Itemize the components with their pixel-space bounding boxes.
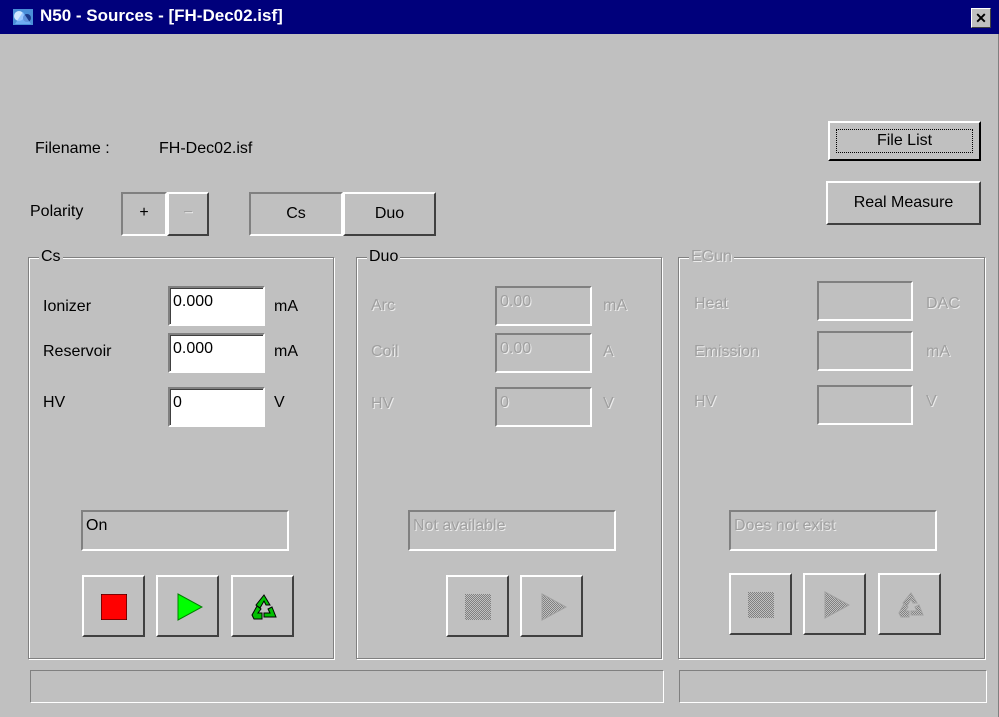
duo-status-field: Not available <box>408 510 616 551</box>
polarity-minus-label: − <box>183 204 193 221</box>
egun-hv-input[interactable] <box>817 385 913 425</box>
duo-coil-value: 0.00 <box>500 340 532 357</box>
stop-icon <box>748 592 774 618</box>
cs-recycle-button[interactable] <box>231 575 294 637</box>
source-duo-label: Duo <box>374 205 405 222</box>
polarity-minus-button[interactable]: − <box>167 192 209 236</box>
window-title: N50 - Sources - [FH-Dec02.isf] <box>40 6 283 25</box>
cs-hv-input[interactable]: 0 <box>168 387 265 427</box>
status-bar-right <box>679 670 987 703</box>
egun-group-title: EGun <box>689 248 734 266</box>
stop-icon <box>465 594 491 620</box>
duo-coil-unit: A <box>603 343 614 360</box>
real-measure-button[interactable]: Real Measure <box>826 181 981 225</box>
close-button[interactable]: ✕ <box>971 8 991 28</box>
play-icon <box>177 593 203 621</box>
play-icon <box>541 593 567 621</box>
close-icon: ✕ <box>975 10 987 26</box>
status-bar-left <box>30 670 664 703</box>
egun-stop-button[interactable] <box>729 573 792 635</box>
cs-ionizer-input[interactable]: 0.000 <box>168 286 265 326</box>
cs-group-title: Cs <box>39 248 63 266</box>
source-cs-label: Cs <box>286 205 306 222</box>
recycle-icon <box>251 594 277 620</box>
cs-ionizer-label: Ionizer <box>43 298 92 315</box>
title-bar[interactable]: N50 - Sources - [FH-Dec02.isf] ✕ <box>0 0 999 34</box>
egun-status-field: Does not exist <box>729 510 937 551</box>
cs-reservoir-input[interactable]: 0.000 <box>168 333 265 373</box>
filename-value: FH-Dec02.isf <box>159 140 253 157</box>
cs-ionizer-unit: mA <box>274 298 298 315</box>
file-list-button[interactable]: File List <box>828 121 981 161</box>
egun-heat-label: Heat <box>694 295 728 312</box>
recycle-icon <box>898 592 924 618</box>
egun-start-button[interactable] <box>803 573 866 635</box>
duo-arc-value: 0.00 <box>500 293 532 310</box>
cs-hv-value: 0 <box>173 394 182 411</box>
cs-start-button[interactable] <box>156 575 219 637</box>
cs-status-field: On <box>81 510 289 551</box>
source-duo-button[interactable]: Duo <box>343 192 436 236</box>
cs-hv-label: HV <box>43 394 66 411</box>
polarity-label: Polarity <box>30 203 84 220</box>
app-icon <box>12 6 34 28</box>
real-measure-label: Real Measure <box>853 194 954 211</box>
duo-hv-unit: V <box>603 395 614 412</box>
duo-arc-input[interactable]: 0.00 <box>495 286 592 326</box>
duo-status-text: Not available <box>413 517 506 534</box>
duo-arc-unit: mA <box>603 297 627 314</box>
egun-heat-unit: DAC <box>926 295 960 312</box>
duo-group-title: Duo <box>367 248 401 266</box>
cs-status-text: On <box>86 517 108 534</box>
egun-recycle-button[interactable] <box>878 573 941 635</box>
duo-hv-value: 0 <box>500 394 509 411</box>
polarity-plus-button[interactable]: + <box>121 192 167 236</box>
duo-arc-label: Arc <box>371 297 395 314</box>
cs-stop-button[interactable] <box>82 575 145 637</box>
egun-emission-unit: mA <box>926 343 950 360</box>
egun-emission-label: Emission <box>694 343 759 360</box>
egun-heat-input[interactable] <box>817 281 913 321</box>
duo-coil-input[interactable]: 0.00 <box>495 333 592 373</box>
duo-start-button[interactable] <box>520 575 583 637</box>
play-icon <box>824 591 850 619</box>
duo-coil-label: Coil <box>371 343 399 360</box>
stop-icon <box>101 594 127 620</box>
egun-status-text: Does not exist <box>734 517 836 534</box>
polarity-plus-label: + <box>139 204 149 221</box>
egun-emission-input[interactable] <box>817 331 913 371</box>
cs-reservoir-value: 0.000 <box>173 340 214 357</box>
file-list-label: File List <box>876 132 933 149</box>
duo-hv-input[interactable]: 0 <box>495 387 592 427</box>
egun-hv-unit: V <box>926 393 937 410</box>
source-cs-button[interactable]: Cs <box>249 192 343 236</box>
duo-hv-label: HV <box>371 395 394 412</box>
filename-label: Filename : <box>35 140 110 157</box>
cs-reservoir-label: Reservoir <box>43 343 112 360</box>
egun-hv-label: HV <box>694 393 717 410</box>
cs-ionizer-value: 0.000 <box>173 293 214 310</box>
cs-hv-unit: V <box>274 394 285 411</box>
duo-stop-button[interactable] <box>446 575 509 637</box>
cs-reservoir-unit: mA <box>274 343 298 360</box>
